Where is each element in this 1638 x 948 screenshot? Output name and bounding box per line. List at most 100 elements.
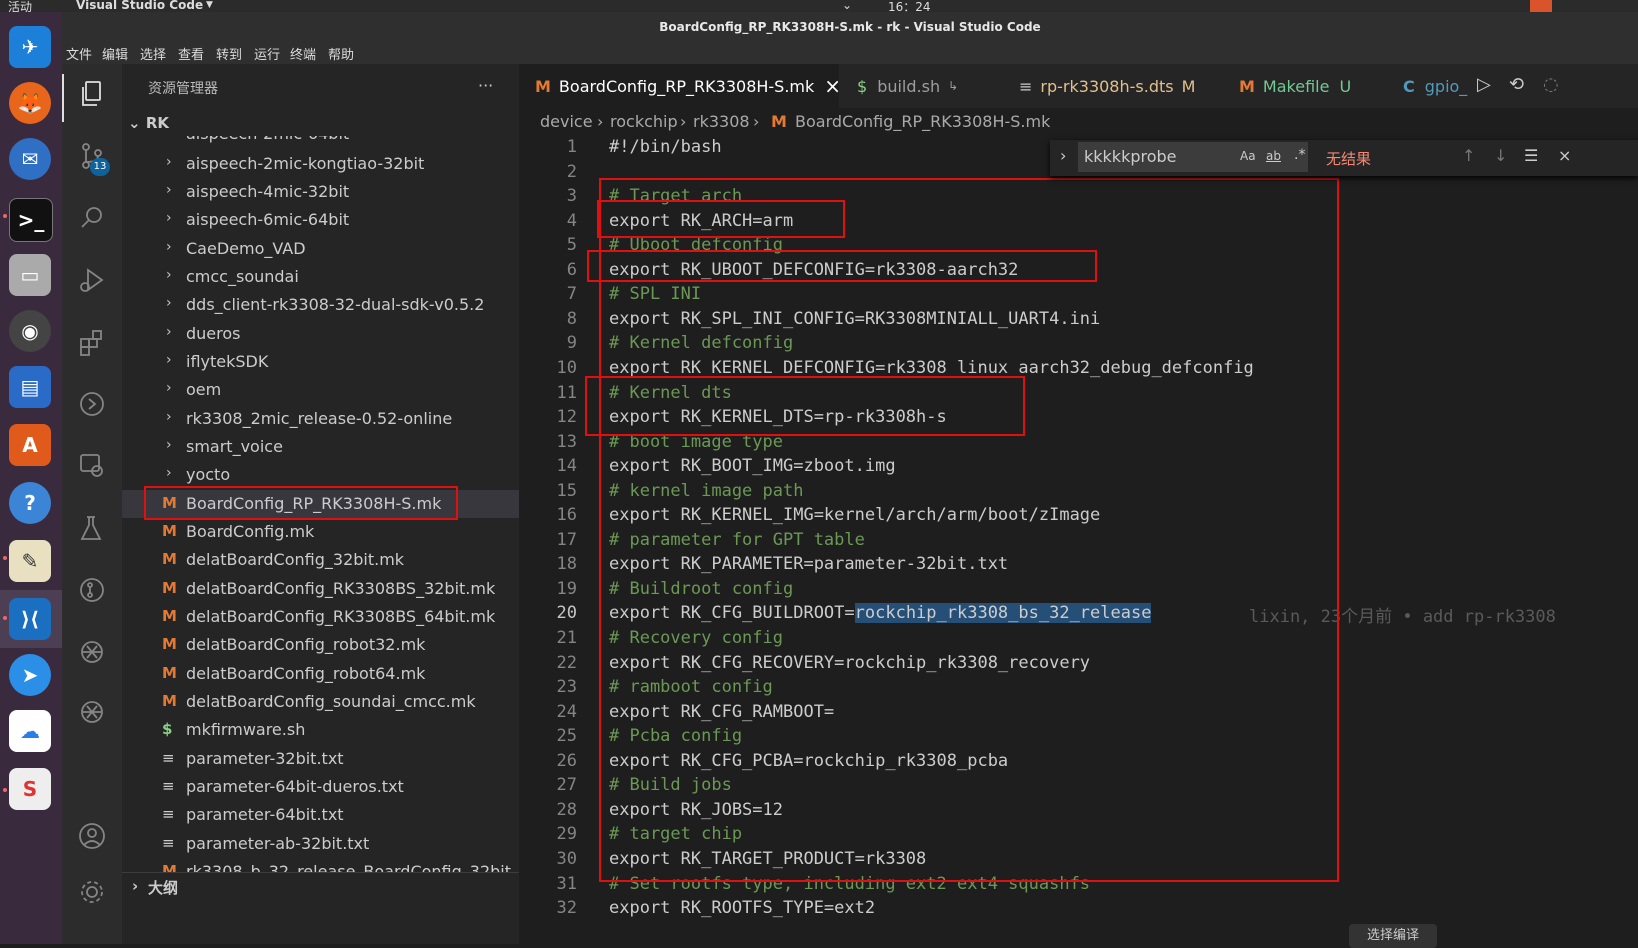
- compile-select-button[interactable]: 选择编译: [1349, 924, 1437, 948]
- tree-file[interactable]: Mrk3308_b_32_release_BoardConfig_32bit..…: [122, 858, 519, 872]
- tree-folder[interactable]: › aispeech-6mic-64bit: [122, 206, 519, 234]
- tab-dts[interactable]: ≡ rp-rk3308h-s.dts M: [999, 64, 1217, 108]
- tree-file[interactable]: MdelatBoardConfig_32bit.mk: [122, 546, 519, 574]
- git-graph-icon[interactable]: [74, 572, 110, 608]
- text-file-icon: ≡: [162, 834, 175, 852]
- line-number: 15: [556, 480, 577, 501]
- breadcrumb-item[interactable]: device: [540, 112, 593, 131]
- app-menu[interactable]: Visual Studio Code: [76, 0, 203, 12]
- timeline-icon[interactable]: ◌: [1543, 74, 1559, 95]
- menu-selection[interactable]: 选择: [140, 44, 166, 63]
- close-icon[interactable]: ×: [824, 74, 841, 98]
- breadcrumb-item[interactable]: rk3308: [693, 112, 750, 131]
- chatgpt-icon[interactable]: [74, 634, 110, 670]
- chevron-right-icon: ›: [166, 380, 172, 396]
- tree-file[interactable]: MdelatBoardConfig_soundai_cmcc.mk: [122, 688, 519, 716]
- workspace-root[interactable]: ⌄ RK: [128, 114, 169, 132]
- match-word-button[interactable]: ab: [1266, 149, 1281, 163]
- menu-help[interactable]: 帮助: [328, 44, 354, 63]
- testing-icon[interactable]: [74, 510, 110, 546]
- tree-file[interactable]: M BoardConfig.mk: [122, 518, 519, 546]
- tree-file[interactable]: MdelatBoardConfig_robot32.mk: [122, 631, 519, 659]
- tree-file[interactable]: MdelatBoardConfig_RK3308BS_32bit.mk: [122, 575, 519, 603]
- timeline-icon[interactable]: [74, 386, 110, 422]
- settings-gear-icon[interactable]: [74, 874, 110, 910]
- tab-gpio[interactable]: C gpio_: [1381, 64, 1475, 108]
- outline-section[interactable]: › 大纲: [122, 872, 519, 901]
- remote-explorer-icon[interactable]: [74, 448, 110, 484]
- tree-folder[interactable]: › oem: [122, 376, 519, 404]
- firefox-icon[interactable]: 🦊: [9, 82, 51, 124]
- tab-build-sh[interactable]: $ build.sh ↳: [841, 64, 997, 108]
- files-icon[interactable]: ▭: [9, 254, 51, 296]
- menu-run[interactable]: 运行: [254, 44, 280, 63]
- lark-icon[interactable]: ➤: [9, 654, 51, 696]
- tree-folder[interactable]: › dueros: [122, 320, 519, 348]
- menu-terminal[interactable]: 终端: [290, 44, 316, 63]
- tree-file[interactable]: ≡ parameter-ab-32bit.txt: [122, 830, 519, 858]
- tree-folder[interactable]: › aispeech-2mic-kongtiao-32bit: [122, 150, 519, 178]
- annotation-box: [144, 486, 458, 520]
- tree-file[interactable]: ≡ parameter-64bit.txt: [122, 801, 519, 829]
- vscode-icon[interactable]: ⟩⟨: [9, 598, 51, 640]
- run-file-icon[interactable]: ▷: [1477, 74, 1491, 95]
- close-icon[interactable]: ×: [1558, 146, 1571, 165]
- breadcrumb-item[interactable]: rockchip: [610, 112, 678, 131]
- chevron-down-icon[interactable]: ▼: [206, 0, 213, 10]
- tab-boardconfig[interactable]: M BoardConfig_RP_RK3308H-S.mk ×: [519, 64, 841, 108]
- tree-folder[interactable]: › smart_voice: [122, 433, 519, 461]
- tree-folder[interactable]: › yocto: [122, 461, 519, 489]
- compare-changes-icon[interactable]: ⟲: [1509, 74, 1524, 95]
- code-editor[interactable]: 1 #!/bin/bash 2 3 # Target arch 4 export RK_AR…: [519, 136, 1638, 948]
- rhythmbox-icon[interactable]: ◉: [9, 310, 51, 352]
- tree-file[interactable]: ≡ parameter-64bit-dueros.txt: [122, 773, 519, 801]
- tree-folder[interactable]: › dds_client-rk3308-32-dual-sdk-v0.5.2: [122, 291, 519, 319]
- match-case-button[interactable]: Aa: [1240, 149, 1256, 163]
- feishu-icon[interactable]: ✈: [9, 26, 51, 68]
- tree-file[interactable]: MdelatBoardConfig_robot64.mk: [122, 660, 519, 688]
- text-editor-icon[interactable]: ✎: [9, 540, 51, 582]
- line-number: 11: [556, 382, 577, 403]
- system-top-bar: 活动 Visual Studio Code ▼ ⌄ 16：24: [0, 0, 1638, 14]
- menu-go[interactable]: 转到: [216, 44, 242, 63]
- tree-label: CaeDemo_VAD: [186, 239, 306, 258]
- tree-folder[interactable]: › aispeech-4mic-32bit: [122, 178, 519, 206]
- menu-edit[interactable]: 编辑: [102, 44, 128, 63]
- software-center-icon[interactable]: A: [9, 424, 51, 466]
- tree-folder[interactable]: › aispeech-2mic-64bit: [122, 136, 519, 148]
- chatgpt-icon[interactable]: [74, 694, 110, 730]
- find-in-selection-icon[interactable]: ☰: [1524, 146, 1538, 165]
- tree-file[interactable]: MdelatBoardConfig_RK3308BS_64bit.mk: [122, 603, 519, 631]
- tree-folder[interactable]: › cmcc_soundai: [122, 263, 519, 291]
- tray-icon[interactable]: [1530, 0, 1552, 12]
- tab-makefile[interactable]: M Makefile U: [1219, 64, 1379, 108]
- tree-folder[interactable]: › CaeDemo_VAD: [122, 235, 519, 263]
- drawing-app-icon[interactable]: S: [9, 768, 51, 810]
- tree-file[interactable]: $ mkfirmware.sh: [122, 716, 519, 744]
- regex-button[interactable]: .*: [1294, 147, 1305, 163]
- menu-view[interactable]: 查看: [178, 44, 204, 63]
- extensions-icon[interactable]: [74, 324, 110, 360]
- arrow-down-icon[interactable]: ↓: [1494, 146, 1507, 165]
- tree-folder[interactable]: › rk3308_2mic_release-0.52-online: [122, 405, 519, 433]
- find-input[interactable]: kkkkkprobe Aa ab .*: [1078, 142, 1308, 172]
- untracked-badge: U: [1339, 76, 1352, 96]
- explorer-icon[interactable]: [74, 76, 110, 112]
- arrow-up-icon[interactable]: ↑: [1462, 146, 1475, 165]
- terminal-icon[interactable]: >_: [9, 198, 53, 242]
- more-actions-button[interactable]: ···: [478, 76, 493, 95]
- line-number: 19: [556, 578, 577, 599]
- tree-file[interactable]: ≡ parameter-32bit.txt: [122, 745, 519, 773]
- search-icon[interactable]: [74, 200, 110, 236]
- run-debug-icon[interactable]: [74, 262, 110, 298]
- account-icon[interactable]: [74, 818, 110, 854]
- writer-icon[interactable]: ▤: [9, 366, 51, 408]
- toggle-replace-icon[interactable]: ›: [1060, 146, 1066, 165]
- thunderbird-icon[interactable]: ✉: [9, 138, 51, 180]
- breadcrumb-item[interactable]: BoardConfig_RP_RK3308H-S.mk: [795, 112, 1050, 131]
- baidu-netdisk-icon[interactable]: ☁: [9, 710, 51, 752]
- tree-folder[interactable]: › iflytekSDK: [122, 348, 519, 376]
- help-icon[interactable]: ?: [9, 482, 51, 524]
- chevron-down-icon[interactable]: ⌄: [842, 0, 852, 12]
- menu-file[interactable]: 文件: [66, 44, 92, 63]
